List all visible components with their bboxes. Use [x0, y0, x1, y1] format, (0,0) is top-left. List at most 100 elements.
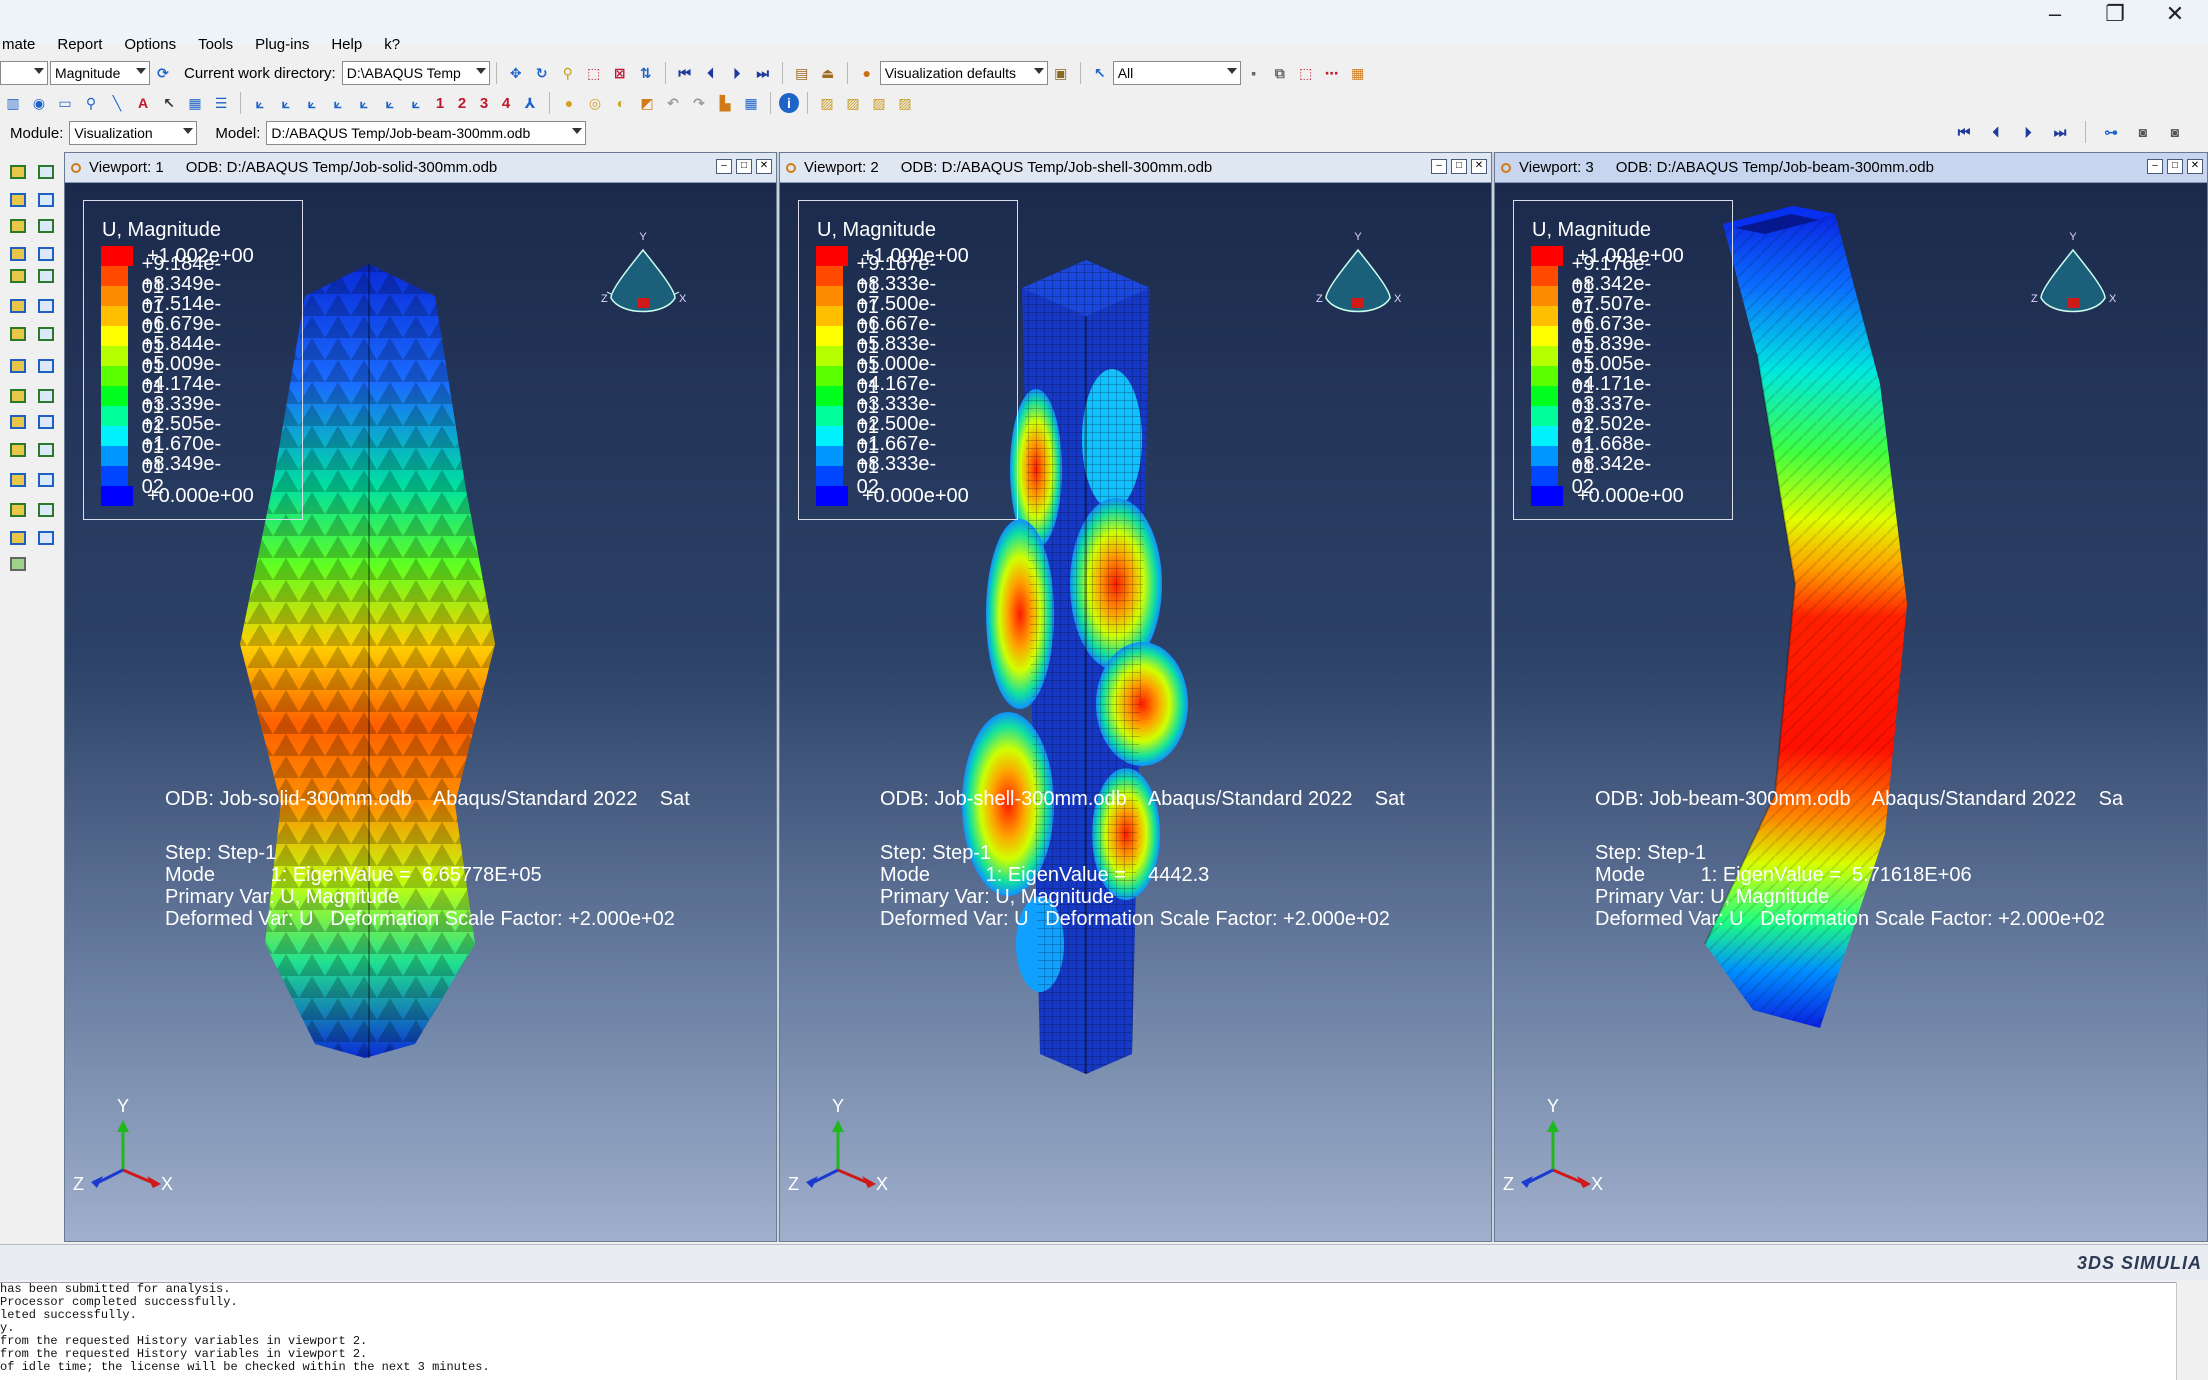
- drag-select-icon[interactable]: ⬚: [1295, 62, 1317, 84]
- toolbox-tool-icon[interactable]: [8, 216, 30, 238]
- view-front-icon[interactable]: ⟀: [275, 92, 297, 114]
- viewport-canvas[interactable]: U, Magnitude +1.002e+00 +9.184e-01 +8.349e…: [65, 184, 776, 1241]
- viewport-3[interactable]: Viewport: 3 ODB: D:/ABAQUS Temp/Job-beam…: [1494, 152, 2208, 1242]
- toolbox-tool-icon[interactable]: [8, 528, 30, 550]
- toolbox-tool-icon[interactable]: [8, 296, 30, 318]
- view-bottom-icon[interactable]: ⟀: [405, 92, 427, 114]
- selection-options-icon[interactable]: ▪: [1243, 62, 1265, 84]
- toolbox-tool-icon[interactable]: [8, 386, 30, 408]
- table-icon[interactable]: ▦: [740, 92, 762, 114]
- toolbox-tool-icon[interactable]: [36, 162, 58, 184]
- cycle-views-icon[interactable]: ⇅: [635, 62, 657, 84]
- menu-report[interactable]: Report: [55, 36, 104, 53]
- palette-icon[interactable]: ●: [856, 62, 878, 84]
- toolbox-tool-icon[interactable]: [36, 216, 58, 238]
- selection-filter-select[interactable]: All: [1112, 61, 1241, 85]
- box-zoom-icon[interactable]: ⬚: [583, 62, 605, 84]
- close-window-button[interactable]: ✕: [2162, 3, 2188, 25]
- rotate-icon[interactable]: ↻: [531, 62, 553, 84]
- restore-button[interactable]: ❐: [2102, 3, 2128, 25]
- model-select[interactable]: D:/ABAQUS Temp/Job-beam-300mm.odb: [266, 121, 587, 145]
- toolbox-tool-icon[interactable]: [8, 266, 30, 288]
- shaded-icon[interactable]: ●: [558, 92, 580, 114]
- superimpose-options-icon[interactable]: ⏏: [817, 62, 839, 84]
- minimize-icon[interactable]: –: [1431, 159, 1447, 174]
- view-iso-icon[interactable]: ⟀: [249, 92, 271, 114]
- toolbox-tool-icon[interactable]: [36, 386, 58, 408]
- camera-2-icon[interactable]: ◙: [2164, 121, 2186, 143]
- anim-last-icon[interactable]: ⏭: [2049, 121, 2071, 143]
- pointer-icon[interactable]: ↖: [158, 92, 180, 114]
- toolbox-tool-icon[interactable]: [36, 244, 58, 266]
- viewport-grid-icon[interactable]: ▦: [184, 92, 206, 114]
- mesh-seed-icon[interactable]: ⋯: [1321, 62, 1343, 84]
- toolbox-tool-icon[interactable]: [8, 244, 30, 266]
- select-cursor-icon[interactable]: ↖: [1089, 62, 1111, 84]
- refresh-icon[interactable]: ⟳: [152, 62, 174, 84]
- view-axis-icon[interactable]: ⅄: [519, 92, 541, 114]
- maximize-icon[interactable]: □: [736, 159, 752, 174]
- toolbox-tool-icon[interactable]: [36, 528, 58, 550]
- cube-front-icon[interactable]: ▨: [842, 92, 864, 114]
- toolbox-tool-icon[interactable]: [8, 324, 30, 346]
- part-box-icon[interactable]: ▦: [1347, 62, 1369, 84]
- last-frame-icon[interactable]: ⏭: [752, 62, 774, 84]
- toolbox-tool-icon[interactable]: [36, 470, 58, 492]
- result-field-select[interactable]: Magnitude: [50, 61, 150, 85]
- toolbox-tool-icon[interactable]: [36, 412, 58, 434]
- minimize-icon[interactable]: –: [716, 159, 732, 174]
- toolbox-tool-icon[interactable]: [8, 440, 30, 462]
- wireframe-icon[interactable]: ◎: [584, 92, 606, 114]
- anim-next-icon[interactable]: ⏵: [2017, 121, 2039, 143]
- toolbox-tool-icon[interactable]: [8, 190, 30, 212]
- auto-fit-icon[interactable]: ⊠: [609, 62, 631, 84]
- menu-plugins[interactable]: Plug-ins: [253, 36, 311, 53]
- toolbox-tool-icon[interactable]: [36, 324, 58, 346]
- toolbox-tool-icon[interactable]: [36, 190, 58, 212]
- view-right-icon[interactable]: ⟀: [353, 92, 375, 114]
- info-icon[interactable]: i: [779, 93, 799, 113]
- view-2-button[interactable]: 2: [451, 95, 473, 112]
- cube-iso-icon[interactable]: ▨: [816, 92, 838, 114]
- menu-options[interactable]: Options: [122, 36, 178, 53]
- render-beam-icon[interactable]: ◩: [636, 92, 658, 114]
- viewport-1-titlebar[interactable]: Viewport: 1 ODB: D:/ABAQUS Temp/Job-soli…: [65, 153, 776, 183]
- undo-icon[interactable]: ↶: [662, 92, 684, 114]
- toolbox-tool-icon[interactable]: [8, 470, 30, 492]
- view-left-icon[interactable]: ⟀: [327, 92, 349, 114]
- pan-icon[interactable]: ✥: [505, 62, 527, 84]
- menu-animate[interactable]: mate: [0, 36, 37, 53]
- cube-side-icon[interactable]: ▨: [868, 92, 890, 114]
- viewport-1[interactable]: Viewport: 1 ODB: D:/ABAQUS Temp/Job-soli…: [64, 152, 777, 1242]
- message-area[interactable]: has been submitted for analysis. Process…: [0, 1282, 2176, 1380]
- toolbox-tool-icon[interactable]: [36, 440, 58, 462]
- toolbox-tool-icon[interactable]: [36, 266, 58, 288]
- minimize-button[interactable]: –: [2042, 3, 2068, 25]
- viewport-3-titlebar[interactable]: Viewport: 3 ODB: D:/ABAQUS Temp/Job-beam…: [1495, 153, 2207, 183]
- menu-tools[interactable]: Tools: [196, 36, 235, 53]
- next-frame-icon[interactable]: ⏵: [726, 62, 748, 84]
- toolbox-tool-icon[interactable]: [8, 162, 30, 184]
- maximize-icon[interactable]: □: [2167, 159, 2183, 174]
- tools-icon[interactable]: ▙: [714, 92, 736, 114]
- close-icon[interactable]: ✕: [2187, 159, 2203, 174]
- tree-icon[interactable]: ⊶: [2100, 121, 2122, 143]
- render-style-icon[interactable]: ▣: [1050, 62, 1072, 84]
- cwd-select[interactable]: D:\ABAQUS Temp: [341, 61, 490, 85]
- toolbox-tool-icon[interactable]: [36, 356, 58, 378]
- hidden-icon[interactable]: ◐: [610, 92, 632, 114]
- camera-icon[interactable]: ◙: [2132, 121, 2154, 143]
- previous-frame-icon[interactable]: ⏴: [700, 62, 722, 84]
- text-annotation-icon[interactable]: A: [132, 92, 154, 114]
- cube-top-icon[interactable]: ▨: [894, 92, 916, 114]
- maximize-icon[interactable]: □: [1451, 159, 1467, 174]
- viewport-2-titlebar[interactable]: Viewport: 2 ODB: D:/ABAQUS Temp/Job-shel…: [780, 153, 1491, 183]
- close-icon[interactable]: ✕: [1471, 159, 1487, 174]
- render-mode-icon[interactable]: ▥: [2, 92, 24, 114]
- select-from-viewport-icon[interactable]: ⧉: [1269, 62, 1291, 84]
- view-4-button[interactable]: 4: [495, 95, 517, 112]
- close-icon[interactable]: ✕: [756, 159, 772, 174]
- toolbox-tool-icon[interactable]: [8, 500, 30, 522]
- tool-brush-icon[interactable]: [8, 554, 30, 576]
- toolbox-tool-icon[interactable]: [8, 412, 30, 434]
